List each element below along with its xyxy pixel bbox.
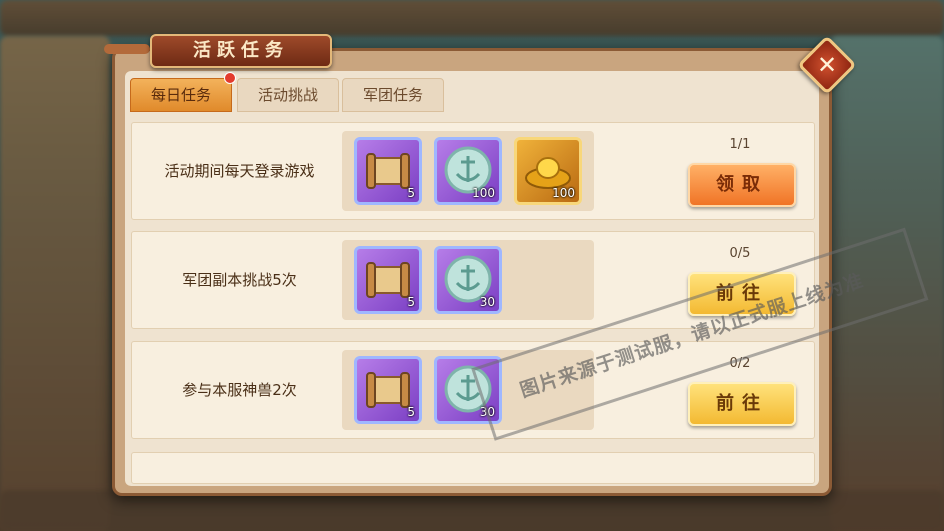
reward-item-anchor-coin[interactable]: 30 <box>434 246 502 314</box>
background-left-panel <box>0 36 110 531</box>
title-ornament-left <box>104 44 150 54</box>
tab-legion-tasks[interactable]: 军团任务 <box>342 78 444 112</box>
reward-count: 30 <box>479 405 495 419</box>
go-button[interactable]: 前往 <box>688 382 796 426</box>
claim-button[interactable]: 领取 <box>688 163 796 207</box>
task-description: 活动期间每天登录游戏 <box>164 162 315 180</box>
background-top-bar <box>0 0 944 36</box>
tab-daily-tasks[interactable]: 每日任务 <box>130 78 232 112</box>
tab-event-challenge[interactable]: 活动挑战 <box>237 78 339 112</box>
task-progress: 1/1 <box>729 137 751 152</box>
reward-list: 5 100 100 <box>342 131 594 211</box>
task-row: 参与本服神兽2次 5 30 0/2 前往 <box>131 341 815 439</box>
reward-item-anchor-coin[interactable]: 30 <box>434 356 502 424</box>
reward-item-gold-ingot[interactable]: 100 <box>514 137 582 205</box>
task-progress: 0/5 <box>729 246 751 261</box>
reward-list: 5 30 <box>342 240 594 320</box>
reward-count: 100 <box>552 186 575 200</box>
background-bottom-bar <box>0 490 944 531</box>
task-row: 活动期间每天登录游戏 5 100 100 1/1 领取 <box>131 122 815 220</box>
reward-count: 100 <box>472 186 495 200</box>
reward-count: 5 <box>407 405 415 419</box>
reward-count: 5 <box>407 186 415 200</box>
reward-item-scroll[interactable]: 5 <box>354 356 422 424</box>
task-progress: 0/2 <box>729 356 751 371</box>
reward-list: 5 30 <box>342 350 594 430</box>
task-row: 军团副本挑战5次 5 30 0/5 前往 <box>131 231 815 329</box>
reward-item-anchor-coin[interactable]: 100 <box>434 137 502 205</box>
close-icon: ✕ <box>816 51 838 79</box>
go-button[interactable]: 前往 <box>688 272 796 316</box>
reward-item-scroll[interactable]: 5 <box>354 137 422 205</box>
reward-item-scroll[interactable]: 5 <box>354 246 422 314</box>
reward-count: 5 <box>407 295 415 309</box>
reward-count: 30 <box>479 295 495 309</box>
task-description: 参与本服神兽2次 <box>182 381 297 399</box>
task-description: 军团副本挑战5次 <box>182 271 297 289</box>
notification-dot <box>224 72 236 84</box>
background-right-panel <box>830 36 944 531</box>
panel-title: 活跃任务 <box>150 34 332 68</box>
task-row-partial <box>131 452 815 484</box>
